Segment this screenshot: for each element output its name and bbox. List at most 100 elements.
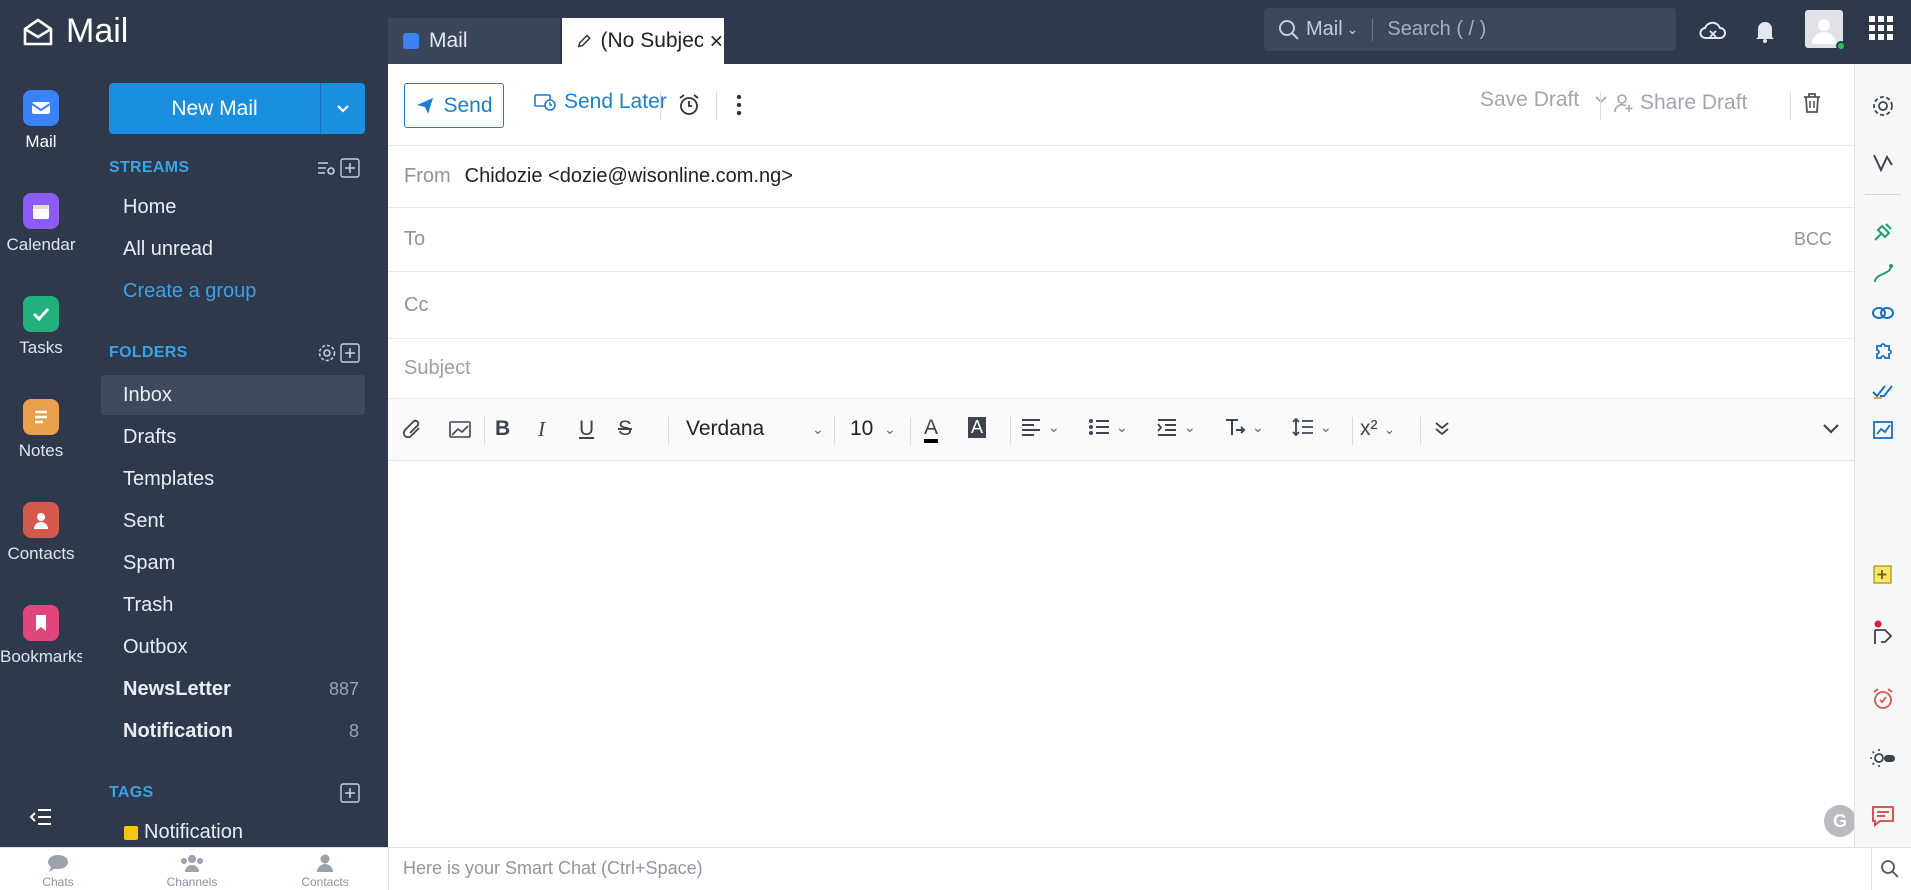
app-mail[interactable]: Mail [0, 90, 82, 152]
crm-icon[interactable] [1869, 260, 1897, 288]
more-formatting-icon[interactable] [1434, 421, 1450, 437]
theme-toggle-icon[interactable] [1869, 744, 1897, 772]
insert-image-icon[interactable] [448, 417, 472, 441]
share-draft-button[interactable]: Share Draft [1614, 91, 1747, 115]
add-folder-icon[interactable] [340, 343, 360, 363]
new-mail-dropdown[interactable] [321, 83, 365, 134]
link-icon[interactable] [1869, 299, 1897, 327]
cloud-sync-icon[interactable] [1698, 16, 1728, 46]
folder-label: Sent [123, 509, 165, 532]
folder-settings-icon[interactable] [317, 343, 337, 363]
pencil-icon [577, 34, 591, 48]
reminder-alert-icon[interactable] [1869, 619, 1897, 647]
chats-label: Chats [42, 875, 74, 889]
app-logo[interactable]: Mail [22, 12, 128, 51]
line-spacing-dropdown[interactable]: ⌄ [1292, 417, 1332, 437]
text-color-icon[interactable]: A [924, 417, 939, 443]
app-calendar[interactable]: Calendar [0, 193, 82, 255]
checkmarks-icon[interactable] [1869, 377, 1897, 405]
font-size-select[interactable]: 10 ⌄ [850, 417, 900, 441]
analytics-chart-icon[interactable] [1869, 416, 1897, 444]
search-scope[interactable]: Mail [1306, 18, 1343, 41]
folder-drafts[interactable]: Drafts [101, 417, 365, 457]
bold-icon[interactable]: B [495, 417, 510, 441]
add-stream-icon[interactable] [340, 158, 360, 178]
send-button[interactable]: Send [404, 83, 504, 128]
folder-inbox[interactable]: Inbox [101, 375, 365, 415]
folder-sent[interactable]: Sent [101, 501, 365, 541]
mail-app-icon [23, 90, 59, 126]
app-title: Mail [66, 12, 129, 50]
stream-settings-icon[interactable] [316, 159, 336, 177]
close-icon[interactable] [709, 33, 724, 49]
tab-compose[interactable]: (No Subject) [562, 18, 724, 64]
folder-templates[interactable]: Templates [101, 459, 365, 499]
bottom-tab-contacts[interactable]: Contacts [300, 854, 350, 889]
bottom-tab-channels[interactable]: Channels [164, 854, 220, 889]
search-input[interactable]: Search ( / ) [1387, 18, 1486, 41]
italic-icon[interactable]: I [538, 417, 545, 442]
tag-color-swatch [124, 825, 138, 840]
strikethrough-icon[interactable]: S [618, 417, 632, 441]
mail-tab-icon [403, 33, 419, 49]
trash-icon[interactable] [1802, 92, 1822, 114]
collapse-toolbar-icon[interactable] [1822, 423, 1840, 435]
indent-dropdown[interactable]: ⌄ [1156, 417, 1196, 437]
send-icon [417, 97, 434, 114]
app-contacts[interactable]: Contacts [0, 502, 82, 564]
alarm-clock-icon[interactable] [677, 93, 701, 117]
app-mail-label: Mail [25, 132, 57, 151]
cc-row[interactable]: Cc [388, 272, 1854, 339]
folder-notification[interactable]: Notification 8 [101, 711, 365, 751]
add-note-icon[interactable] [1869, 560, 1897, 588]
stream-home[interactable]: Home [123, 196, 176, 219]
folder-trash[interactable]: Trash [101, 585, 365, 625]
subject-field[interactable]: Subject [388, 339, 1854, 399]
folder-outbox[interactable]: Outbox [101, 627, 365, 667]
grammarly-icon[interactable]: G [1824, 805, 1856, 837]
underline-icon[interactable]: U [579, 417, 594, 441]
align-dropdown[interactable]: ⌄ [1020, 417, 1060, 437]
highlight-color-icon[interactable]: A [968, 417, 987, 438]
to-row[interactable]: To BCC [388, 208, 1854, 272]
stream-all-unread[interactable]: All unread [123, 238, 213, 261]
message-body-editor[interactable] [388, 461, 1854, 847]
bell-icon[interactable] [1750, 16, 1780, 46]
tag-notification[interactable]: Notification [124, 821, 243, 844]
app-bookmarks[interactable]: Bookmarks [0, 605, 85, 667]
new-mail-label[interactable]: New Mail [109, 83, 321, 134]
send-later-button[interactable]: Send Later [534, 90, 667, 114]
feedback-chat-icon[interactable] [1869, 802, 1897, 830]
save-draft-button[interactable]: Save Draft [1480, 88, 1607, 112]
font-family-select[interactable]: Verdana ⌄ [686, 417, 826, 441]
new-mail-button[interactable]: New Mail [109, 83, 365, 134]
search-icon[interactable] [1880, 859, 1900, 879]
tags-heading: TAGS [109, 784, 154, 801]
settings-gear-icon[interactable] [1869, 92, 1897, 120]
add-tag-icon[interactable] [340, 783, 360, 803]
avatar[interactable] [1805, 10, 1846, 51]
alarm-clock-icon[interactable] [1869, 685, 1897, 713]
create-group-link[interactable]: Create a group [123, 280, 256, 303]
app-notes[interactable]: Notes [0, 399, 82, 461]
bcc-button[interactable]: BCC [1794, 229, 1832, 250]
text-direction-dropdown[interactable]: ⌄ [1224, 417, 1264, 437]
more-options-icon[interactable] [735, 93, 743, 117]
superscript-dropdown[interactable]: x² ⌄ [1360, 417, 1395, 441]
integration-plug-icon[interactable] [1869, 218, 1897, 246]
app-grid-icon[interactable] [1867, 14, 1895, 42]
bottom-tab-chats[interactable]: Chats [38, 854, 78, 889]
folder-newsletter[interactable]: NewsLetter 887 [101, 669, 365, 709]
smart-chat-input[interactable]: Here is your Smart Chat (Ctrl+Space) [403, 858, 703, 879]
list-dropdown[interactable]: ⌄ [1088, 417, 1128, 437]
puzzle-icon[interactable] [1869, 338, 1897, 366]
search-bar[interactable]: Mail ⌄ Search ( / ) [1264, 8, 1676, 51]
attachment-icon[interactable] [402, 417, 424, 441]
signature-icon[interactable] [1869, 148, 1897, 176]
folder-spam[interactable]: Spam [101, 543, 365, 583]
app-tasks[interactable]: Tasks [0, 296, 82, 358]
from-field[interactable]: Chidozie <dozie@wisonline.com.ng> [465, 165, 793, 188]
collapse-sidebar-icon[interactable] [26, 805, 56, 829]
tab-mail[interactable]: Mail [388, 18, 560, 64]
chevron-down-icon: ⌄ [1048, 418, 1060, 435]
